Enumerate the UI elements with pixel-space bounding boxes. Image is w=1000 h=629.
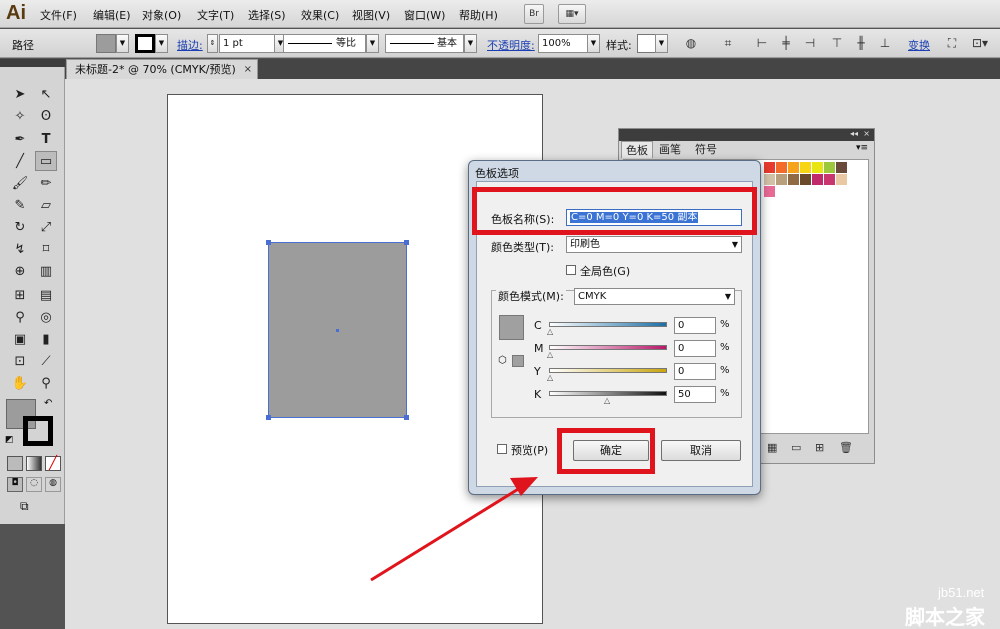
- annotation-arrow: [370, 477, 538, 582]
- watermark-brand: 脚本之家: [905, 605, 985, 629]
- arrow-shaft: [370, 486, 521, 582]
- watermark-url: jb51.net: [938, 585, 985, 600]
